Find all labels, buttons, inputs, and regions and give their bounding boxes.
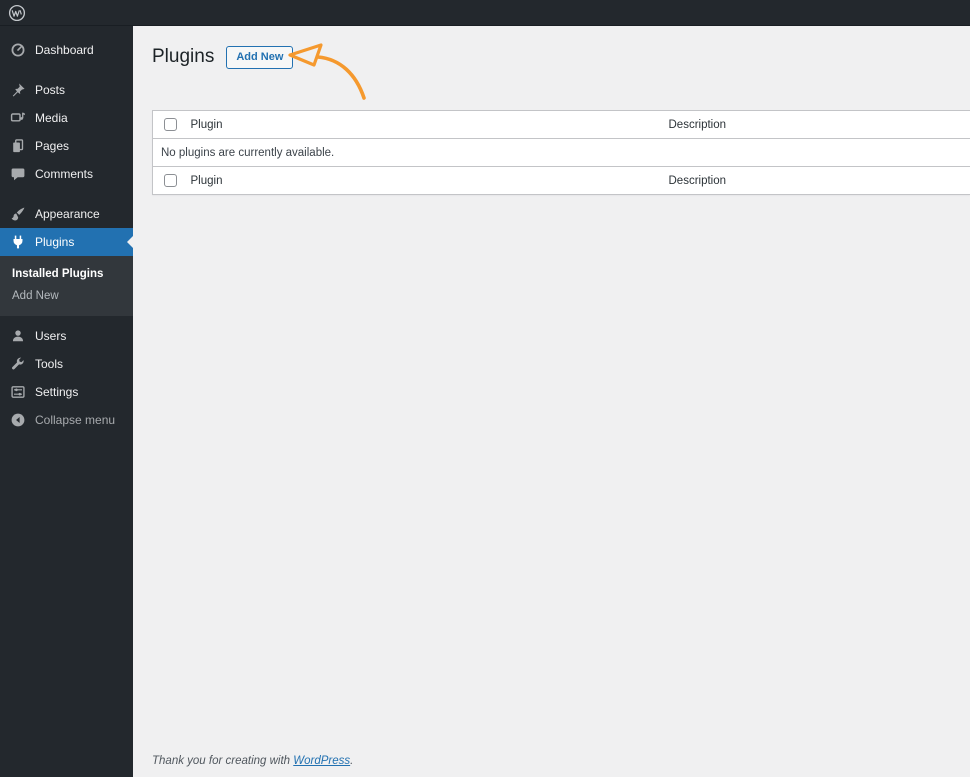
sidebar-item-label: Posts [35,83,66,97]
sidebar-item-label: Media [35,111,68,125]
header-checkbox-cell [153,111,185,139]
sidebar-item-label: Pages [35,139,70,153]
select-all-checkbox[interactable] [164,118,177,131]
admin-menu: Dashboard Posts Media Pages Comments App… [0,26,133,434]
pushpin-icon [10,82,26,98]
sidebar-item-label: Tools [35,357,64,371]
sidebar-item-plugins[interactable]: Plugins [0,228,133,256]
submenu-item-label: Installed Plugins [12,268,104,280]
sidebar-item-tools[interactable]: Tools [0,350,133,378]
sidebar-item-label: Users [35,329,67,343]
sidebar-item-label: Comments [35,167,94,181]
footer-checkbox-cell [153,167,185,195]
sidebar-item-users[interactable]: Users [0,322,133,350]
collapse-menu-button[interactable]: Collapse menu [0,406,133,434]
collapse-menu-label: Collapse menu [35,413,116,427]
column-header-plugin: Plugin [190,118,223,131]
table-body: No plugins are currently available. [153,139,970,167]
submenu-item-add-new[interactable]: Add New [0,285,133,307]
submenu-item-label: Add New [12,290,59,302]
sidebar-item-label: Settings [35,385,79,399]
footer-credit-period: . [350,755,354,767]
admin-bar [0,0,970,26]
table-header: Plugin Description [152,111,970,139]
add-new-button[interactable]: Add New [226,45,294,69]
sidebar-item-posts[interactable]: Posts [0,76,133,104]
wordpress-logo-icon[interactable] [8,4,26,22]
sidebar-item-appearance[interactable]: Appearance [0,200,133,228]
sidebar-item-label: Appearance [35,207,100,221]
select-all-checkbox-bottom[interactable] [164,174,177,187]
sidebar-item-label: Plugins [35,235,75,249]
page-heading-row: Plugins Add New [133,26,970,72]
admin-sidebar: Dashboard Posts Media Pages Comments App… [0,26,133,777]
main-content: Plugins Add New Plugin Description No pl… [133,26,970,777]
collapse-circle-arrow-icon [10,412,26,428]
table-header-row: Plugin Description [152,111,970,139]
sidebar-item-comments[interactable]: Comments [0,160,133,188]
table-footer-row: Plugin Description [152,166,970,195]
wordpress-admin-screen: Dashboard Posts Media Pages Comments App… [0,0,970,777]
empty-row: No plugins are currently available. [153,139,970,167]
comment-bubble-icon [10,166,26,182]
sidebar-item-settings[interactable]: Settings [0,378,133,406]
footer-column-plugin: Plugin [190,174,223,187]
empty-message: No plugins are currently available. [161,146,335,159]
footer-column-description: Description [668,174,727,187]
media-camera-note-icon [10,110,26,126]
dashboard-gauge-icon [10,42,26,58]
menu-separator [0,64,133,76]
column-header-description: Description [668,118,727,131]
menu-separator [0,188,133,200]
plugins-list-table: Plugin Description No plugins are curren… [152,110,970,195]
wrench-icon [10,356,26,372]
settings-sliders-icon [10,384,26,400]
footer-credit-text: Thank you for creating with [152,755,294,767]
pages-icon [10,138,26,154]
plug-icon [10,234,26,250]
sidebar-item-pages[interactable]: Pages [0,132,133,160]
plugins-submenu: Installed Plugins Add New [0,256,133,316]
wordpress-link[interactable]: WordPress [293,755,350,767]
sidebar-item-media[interactable]: Media [0,104,133,132]
table-footer: Plugin Description [152,166,970,195]
sidebar-item-dashboard[interactable]: Dashboard [0,36,133,64]
user-icon [10,328,26,344]
page-title: Plugins [152,45,215,67]
submenu-item-installed-plugins[interactable]: Installed Plugins [0,263,133,285]
footer-credit: Thank you for creating with WordPress. [152,755,353,767]
sidebar-item-label: Dashboard [35,43,94,57]
paintbrush-icon [10,206,26,222]
